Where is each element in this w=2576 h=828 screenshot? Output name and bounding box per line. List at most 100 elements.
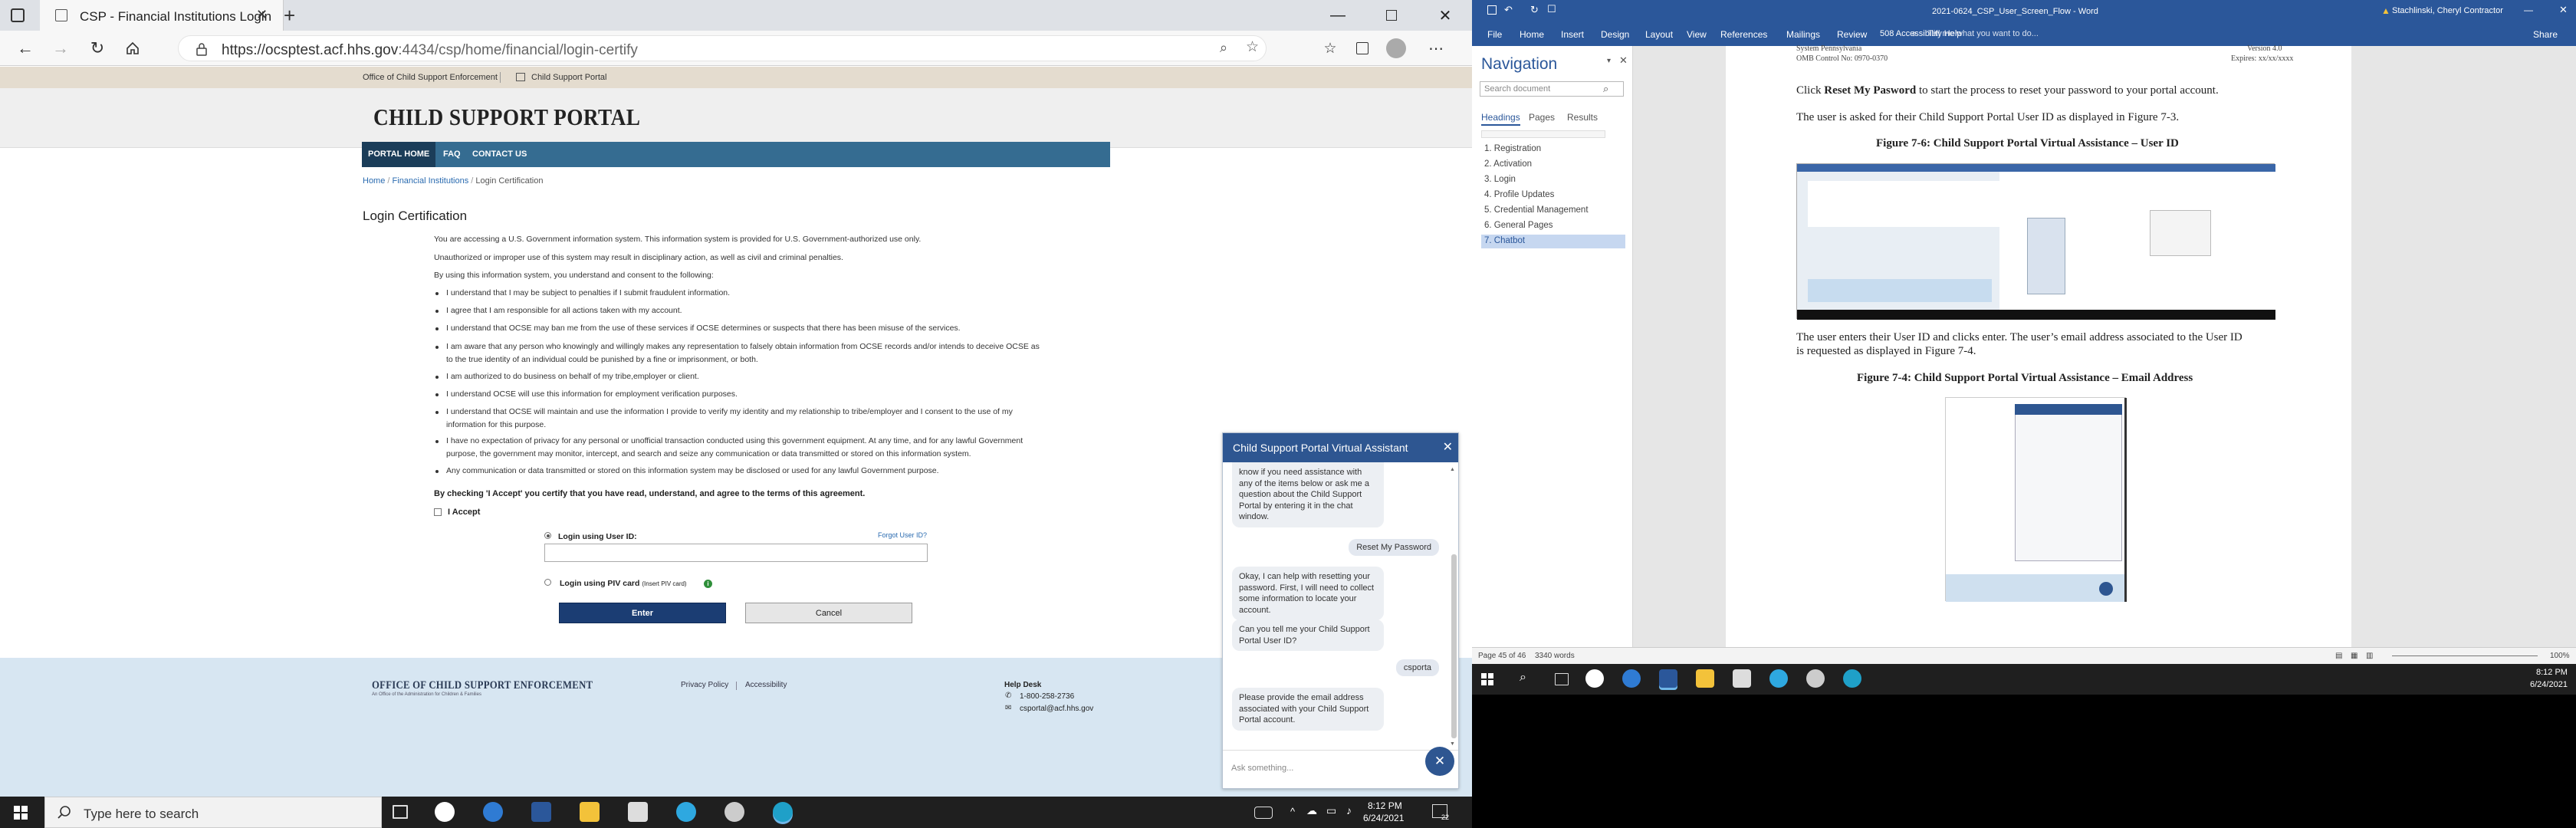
windows-start-icon[interactable] — [1481, 673, 1493, 685]
accept-label[interactable]: I Accept — [448, 508, 480, 517]
chat-input[interactable]: Ask something... — [1223, 750, 1458, 788]
document-page[interactable]: System Pennsylvania OMB Control No: 0970… — [1726, 44, 2351, 647]
chatbot-close-icon[interactable]: ✕ — [1443, 439, 1453, 455]
taskbar-date[interactable]: 6/24/2021 — [1363, 813, 1404, 823]
windows-start-icon[interactable] — [14, 806, 28, 820]
ocse-logo[interactable]: OFFICE OF CHILD SUPPORT ENFORCEMENT — [372, 679, 593, 692]
word-icon[interactable] — [1659, 669, 1677, 688]
breadcrumb-financial[interactable]: Financial Institutions — [393, 176, 469, 186]
taskbar-date[interactable]: 6/24/2021 — [2530, 680, 2568, 689]
nav-heading-item[interactable]: 2. Activation — [1481, 158, 1625, 172]
zoom-icon[interactable]: ⌕ — [1220, 40, 1227, 56]
word-icon[interactable] — [531, 802, 551, 822]
forward-icon[interactable]: → — [49, 37, 72, 60]
search-icon[interactable]: ⌕ — [1520, 671, 1526, 685]
breadcrumb-home[interactable]: Home — [363, 176, 385, 186]
edge-icon[interactable] — [773, 802, 793, 822]
refresh-icon[interactable]: ↻ — [86, 37, 109, 60]
ribbon-tab-review[interactable]: Review — [1837, 29, 1867, 40]
enter-button[interactable]: Enter — [559, 603, 726, 623]
volume-icon[interactable]: ♪ — [1346, 804, 1352, 816]
nav-portal-home[interactable]: PORTAL HOME — [362, 142, 436, 167]
nav-search-input[interactable]: Search document ⌕ — [1480, 81, 1624, 97]
nav-tab-headings[interactable]: Headings — [1481, 112, 1520, 126]
network-icon[interactable]: ▭ — [1326, 804, 1336, 817]
app-shield-icon[interactable] — [435, 802, 455, 822]
chrome-icon[interactable] — [724, 802, 744, 822]
userid-input[interactable] — [544, 544, 928, 562]
favorite-star-icon[interactable]: ☆ — [1246, 38, 1259, 56]
nav-heading-item[interactable]: 1. Registration — [1481, 143, 1625, 156]
userid-radio[interactable] — [544, 532, 551, 539]
lock-app-icon[interactable] — [628, 802, 648, 822]
web-layout-icon[interactable]: ▥ — [2366, 652, 2373, 660]
skype-icon[interactable] — [1769, 669, 1788, 688]
forgot-userid-link[interactable]: Forgot User ID? — [878, 531, 927, 539]
file-explorer-icon[interactable] — [1696, 669, 1714, 688]
tell-me-input[interactable]: Tell me what you want to do... — [1927, 29, 2039, 38]
nav-heading-collapsed[interactable] — [1481, 130, 1605, 138]
portal-top-link[interactable]: Child Support Portal — [531, 73, 606, 82]
nav-heading-item[interactable]: 5. Credential Management — [1481, 204, 1625, 218]
ribbon-tab-view[interactable]: View — [1687, 29, 1707, 40]
nav-contact-us[interactable]: CONTACT US — [466, 142, 533, 167]
ribbon-tab-references[interactable]: References — [1720, 29, 1767, 40]
nav-tab-results[interactable]: Results — [1567, 112, 1598, 123]
print-layout-icon[interactable]: ▦ — [2351, 652, 2358, 660]
word-close-icon[interactable]: ✕ — [2559, 4, 2568, 16]
nav-heading-item[interactable]: 6. General Pages — [1481, 219, 1625, 233]
taskbar-time[interactable]: 8:12 PM — [1368, 800, 1402, 811]
cancel-button[interactable]: Cancel — [745, 603, 912, 623]
ribbon-tab-layout[interactable]: Layout — [1645, 29, 1673, 40]
home-icon[interactable] — [121, 37, 144, 60]
edge-legacy-icon[interactable] — [483, 802, 503, 822]
word-user[interactable]: Stachlinski, Cheryl Contractor — [2392, 6, 2503, 15]
app-shield-icon[interactable] — [1585, 669, 1604, 688]
more-menu-icon[interactable]: ⋯ — [1424, 37, 1447, 60]
browser-tab-active[interactable]: CSP - Financial Institutions Login ✕ — [40, 0, 284, 31]
quick-access-icon[interactable]: ☐ — [1547, 3, 1556, 15]
nav-heading-item-selected[interactable]: 7. Chatbot — [1481, 235, 1625, 248]
taskbar-search[interactable]: Type here to search — [44, 797, 382, 828]
keyboard-icon[interactable] — [1254, 807, 1273, 819]
figure-screenshot-user-id[interactable] — [1796, 163, 2275, 320]
ribbon-tab-design[interactable]: Design — [1601, 29, 1629, 40]
lock-app-icon[interactable] — [1733, 669, 1751, 688]
word-minimize-icon[interactable]: — — [2524, 5, 2533, 15]
status-page[interactable]: Page 45 of 46 — [1478, 652, 1526, 660]
warning-icon[interactable]: ▲ — [2381, 5, 2390, 16]
nav-heading-item[interactable]: 4. Profile Updates — [1481, 189, 1625, 202]
edge-legacy-icon[interactable] — [1622, 669, 1641, 688]
chrome-icon[interactable] — [1806, 669, 1825, 688]
file-explorer-icon[interactable] — [580, 802, 600, 822]
info-icon[interactable]: i — [704, 580, 712, 588]
tab-actions-icon[interactable] — [11, 8, 25, 22]
view-mode-icon[interactable]: ▤ — [2335, 652, 2342, 660]
accept-checkbox[interactable] — [434, 508, 442, 516]
ocse-top-link[interactable]: Office of Child Support Enforcement — [363, 73, 498, 82]
help-email[interactable]: csportal@acf.hhs.gov — [1020, 705, 1093, 713]
nav-heading-item[interactable]: 3. Login — [1481, 173, 1625, 187]
nav-tab-pages[interactable]: Pages — [1529, 112, 1555, 123]
nav-search-icon[interactable]: ⌕ — [1603, 83, 1608, 95]
new-tab-icon[interactable]: + — [284, 4, 295, 28]
favorites-icon[interactable]: ☆ — [1319, 37, 1342, 60]
piv-radio[interactable] — [544, 579, 551, 586]
edge-icon[interactable] — [1843, 669, 1861, 688]
privacy-link[interactable]: Privacy Policy — [681, 681, 728, 689]
undo-icon[interactable]: ↶ — [1504, 4, 1513, 16]
redo-icon[interactable]: ↻ — [1530, 4, 1539, 16]
portal-title[interactable]: CHILD SUPPORT PORTAL — [373, 104, 640, 131]
close-window-icon[interactable]: ✕ — [1418, 0, 1472, 31]
ribbon-tab-mailings[interactable]: Mailings — [1786, 29, 1820, 40]
status-words[interactable]: 3340 words — [1535, 652, 1575, 660]
share-button[interactable]: Share — [2533, 29, 2558, 40]
zoom-level[interactable]: 100% — [2550, 652, 2570, 660]
tab-close-icon[interactable]: ✕ — [256, 7, 268, 23]
collections-icon[interactable] — [1351, 37, 1374, 60]
tray-chevron-icon[interactable]: ^ — [1290, 806, 1295, 817]
back-icon[interactable]: ← — [14, 37, 37, 60]
task-view-icon[interactable] — [393, 805, 408, 819]
save-icon[interactable] — [1487, 5, 1497, 15]
chat-messages[interactable]: know if you need assistance with any of … — [1223, 462, 1450, 750]
